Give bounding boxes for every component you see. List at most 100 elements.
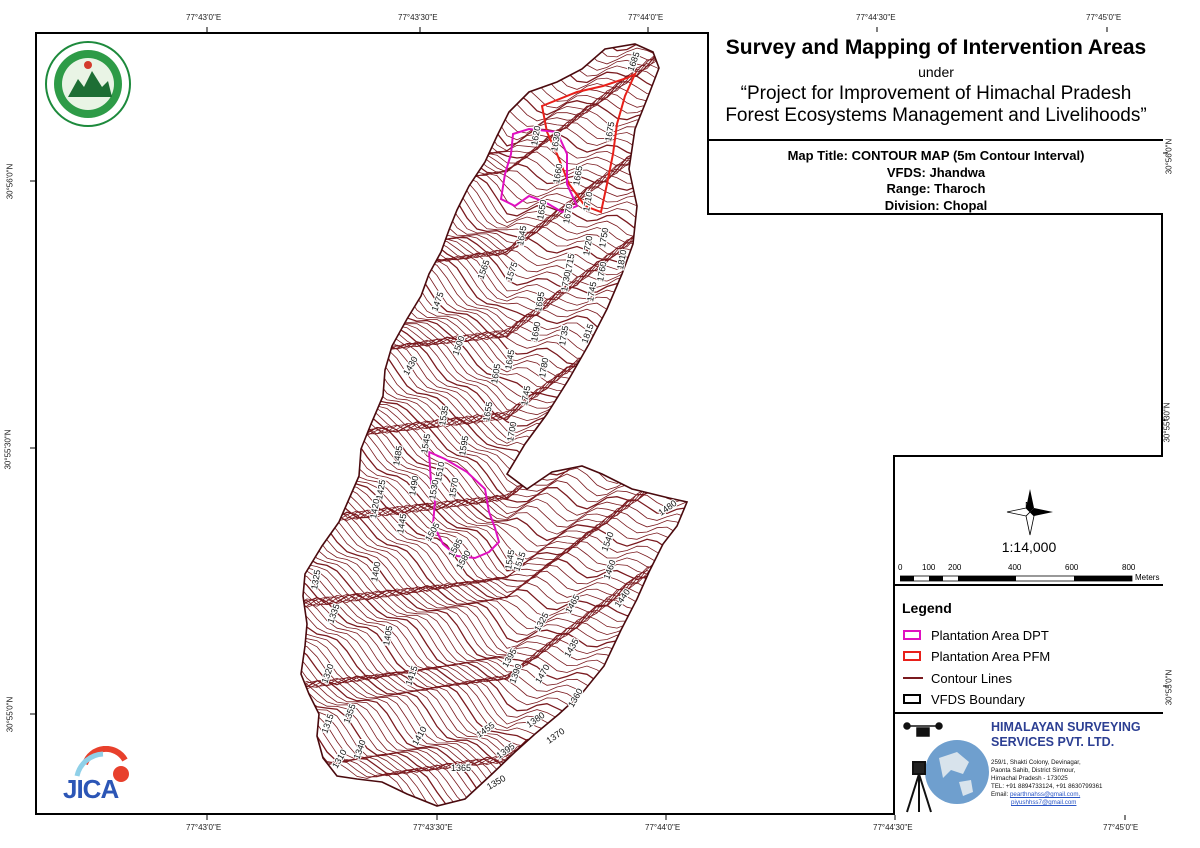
contour-label: 1430 [401, 355, 420, 377]
contour-line [301, 337, 687, 444]
contour-line [301, 238, 687, 354]
scale-unit: Meters [1135, 573, 1160, 582]
contour-label: 1660 [551, 163, 564, 184]
contour-line [301, 44, 687, 122]
contour-label: 1645 [503, 349, 516, 370]
legend-panel: Legend Plantation Area DPT Plantation Ar… [893, 586, 1163, 714]
map-title: Map Title: CONTOUR MAP (5m Contour Inter… [787, 148, 1085, 163]
email-link[interactable]: pearthnahss@gmail.com, [1010, 791, 1080, 798]
graticule-label: 30°55'0"N [1164, 669, 1174, 706]
vfds-name: VFDS: Jhandwa [886, 164, 986, 180]
contour-label: 1650 [535, 199, 548, 220]
scale-tick-label: 400 [1008, 563, 1022, 572]
address-line: Himachal Pradesh - 173025 [991, 775, 1068, 782]
contour-line [301, 436, 687, 560]
project-line-1: “Project for Improvement of Himachal Pra… [740, 83, 1132, 104]
company-address: 259/1, Shakti Colony, Devinagar, Paonta … [991, 759, 1102, 807]
contour-line [301, 97, 687, 233]
address-line: 259/1, Shakti Colony, Devinagar, [991, 759, 1081, 766]
email-label: Email: [991, 791, 1009, 798]
graticule-label: 77°44'30"E [873, 823, 913, 832]
contour-label: 1415 [403, 664, 419, 686]
contour-line [301, 438, 687, 572]
contour-label: 1395 [494, 741, 516, 761]
graticule-label: 77°43'30"E [398, 13, 438, 22]
contour-line [301, 93, 687, 228]
contour-line [301, 338, 687, 451]
contour-line [301, 591, 687, 703]
contour-label: 1465 [563, 593, 582, 615]
graticule-label: 30°56'0"N [1164, 138, 1174, 175]
contour-line [301, 220, 687, 342]
graticule-label: 77°43'0"E [186, 823, 222, 832]
map-info-panel: Map Title: CONTOUR MAP (5m Contour Inter… [707, 141, 1163, 215]
contour-label: 1810 [615, 249, 628, 270]
map-title-main: Survey and Mapping of Intervention Areas [725, 36, 1147, 59]
address-line: Paonta Sahib, District Sirmour, [991, 767, 1076, 774]
contour-label: 1570 [447, 477, 460, 498]
contour-label: 1325 [309, 569, 322, 590]
scale-panel: N 1:14,000 0 100 200 400 600 800 Meters [893, 455, 1163, 586]
contour-line [301, 256, 687, 372]
project-name: “Project for Improvement of Himachal Pra… [709, 83, 1163, 127]
contour-line [301, 288, 687, 421]
contour-label: 1760 [595, 261, 608, 282]
graticule-label: 30°56'0"N [5, 163, 15, 200]
contour-line [301, 576, 687, 691]
contour-label: 1575 [503, 260, 519, 282]
contour-label: 1310 [330, 748, 349, 770]
legend-label: Contour Lines [931, 670, 1012, 686]
graticule-label: 77°44'0"E [645, 823, 681, 832]
contour-label: 1350 [485, 773, 507, 792]
graticule-label: 30°55'30"N [1162, 402, 1172, 443]
email-link[interactable]: piyushhss7@gmail.com [1011, 799, 1076, 806]
company-name: HIMALAYAN SURVEYING SERVICES PVT. LTD. [991, 720, 1141, 750]
contour-label: 1400 [369, 561, 382, 582]
contour-label: 1655 [481, 401, 494, 422]
contour-label: 1370 [544, 726, 566, 746]
contour-label: 1720 [581, 235, 594, 256]
legend-item-vfds: VFDS Boundary [903, 691, 1025, 707]
legend-item-pfm: Plantation Area PFM [903, 648, 1050, 664]
contour-line [301, 44, 687, 152]
contour-label: 1700 [505, 421, 518, 442]
contour-line [301, 424, 687, 547]
scale-tick-label: 200 [948, 563, 962, 572]
division-name: Division: Chopal [884, 197, 988, 213]
contour-label: 1545 [419, 433, 432, 454]
contour-line [301, 189, 687, 323]
contour-label: 1780 [537, 357, 550, 378]
pfm-swatch [903, 651, 921, 661]
contour-line [301, 429, 687, 553]
contour-label: 1645 [515, 225, 528, 246]
legend-item-contour: Contour Lines [903, 670, 1012, 686]
contour-label: 1605 [489, 363, 502, 384]
contour-label: 1490 [407, 475, 420, 496]
contour-label: 1460 [601, 558, 617, 580]
range-name: Range: Tharoch [886, 181, 986, 196]
jica-logo: JICA [55, 745, 135, 806]
contour-label: 1670 [561, 203, 574, 224]
contour-label: 1665 [571, 165, 584, 186]
scale-tick-label: 100 [922, 563, 936, 572]
scale-bar [900, 575, 1133, 582]
legend-item-dpt: Plantation Area DPT [903, 627, 1049, 643]
contour-label: 1360 [566, 687, 585, 709]
contour-label: 1595 [457, 435, 470, 456]
graticule-label: 77°44'0"E [628, 13, 664, 22]
contour-line [301, 71, 687, 179]
contour-label: 1365 [451, 763, 471, 773]
contour-label: 1335 [325, 602, 341, 624]
contour-line [301, 227, 687, 348]
contour-label: 1630 [549, 131, 562, 152]
contour-line [301, 286, 687, 418]
legend-label: Plantation Area PFM [931, 648, 1051, 664]
graticule-label: 77°45'0"E [1103, 823, 1139, 832]
vfds-swatch [903, 694, 921, 704]
title-panel: Survey and Mapping of Intervention Areas… [707, 32, 1163, 141]
contour-line-swatch [903, 677, 923, 679]
contour-label: 1510 [433, 461, 446, 482]
scale-ratio: 1:14,000 [1001, 539, 1057, 555]
contour-line [301, 572, 687, 686]
email-line: Email: pearthnahss@gmail.com, [991, 791, 1102, 799]
